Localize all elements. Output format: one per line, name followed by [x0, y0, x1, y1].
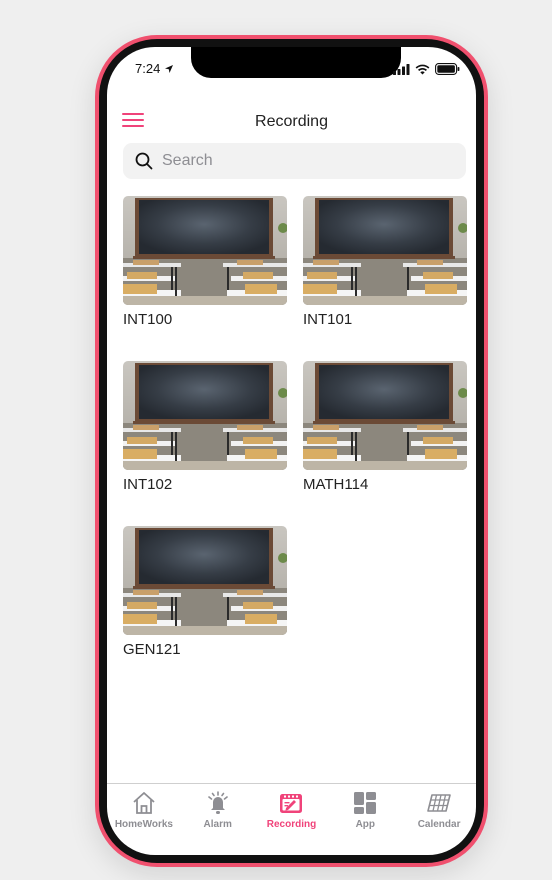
recording-label: INT100 [123, 311, 173, 328]
tab-homeworks[interactable]: HomeWorks [107, 784, 181, 853]
page-title: Recording [255, 113, 328, 130]
tab-alarm[interactable]: Alarm [181, 784, 255, 853]
tab-label: Calendar [417, 819, 461, 830]
phone-frame: 7:24 Recording Search INT100 INT101 INT1… [95, 35, 488, 867]
recording-card[interactable]: MATH114 [303, 361, 467, 493]
phone-bezel: 7:24 Recording Search INT100 INT101 INT1… [99, 39, 484, 863]
recording-icon [280, 794, 303, 813]
recording-card[interactable]: INT101 [303, 196, 467, 328]
tab-label: Alarm [203, 819, 232, 830]
home-icon [133, 792, 155, 814]
classroom-thumbnail [123, 196, 287, 305]
recording-card[interactable]: INT100 [123, 196, 287, 328]
recording-label: INT102 [123, 476, 173, 493]
recording-label: GEN121 [123, 641, 181, 658]
classroom-thumbnail [303, 196, 467, 305]
search-input[interactable] [162, 152, 442, 170]
tab-calendar[interactable]: Calendar [402, 784, 476, 853]
status-time-label: 7:24 [135, 61, 161, 76]
recording-label: INT101 [303, 311, 353, 328]
tab-label: Recording [266, 819, 317, 830]
status-indicators [393, 63, 460, 75]
search-icon [135, 152, 153, 170]
app-grid-icon [354, 792, 377, 814]
tab-label: HomeWorks [114, 819, 173, 830]
calendar-icon [427, 794, 451, 812]
classroom-thumbnail [123, 526, 287, 635]
app-header: Recording [107, 103, 476, 139]
wifi-icon [415, 64, 430, 74]
alarm-bell-icon [207, 791, 228, 814]
recording-label: MATH114 [303, 476, 369, 493]
cellular-signal-icon [393, 63, 410, 75]
recording-card[interactable]: INT102 [123, 361, 287, 493]
notch [191, 47, 401, 78]
classroom-thumbnail [123, 361, 287, 470]
app-screen: 7:24 Recording Search INT100 INT101 INT1… [107, 47, 476, 855]
tab-recording[interactable]: Recording [255, 784, 329, 853]
search-bar[interactable] [123, 143, 466, 179]
location-arrow-icon [165, 64, 174, 73]
battery-icon [435, 63, 460, 75]
bottom-tab-bar: HomeWorks Alarm Recording App Calendar [107, 783, 476, 853]
status-time: 7:24 [135, 61, 174, 76]
recording-card[interactable]: GEN121 [123, 526, 287, 658]
tab-app[interactable]: App [328, 784, 402, 853]
tab-label: App [355, 819, 376, 830]
classroom-thumbnail [303, 361, 467, 470]
